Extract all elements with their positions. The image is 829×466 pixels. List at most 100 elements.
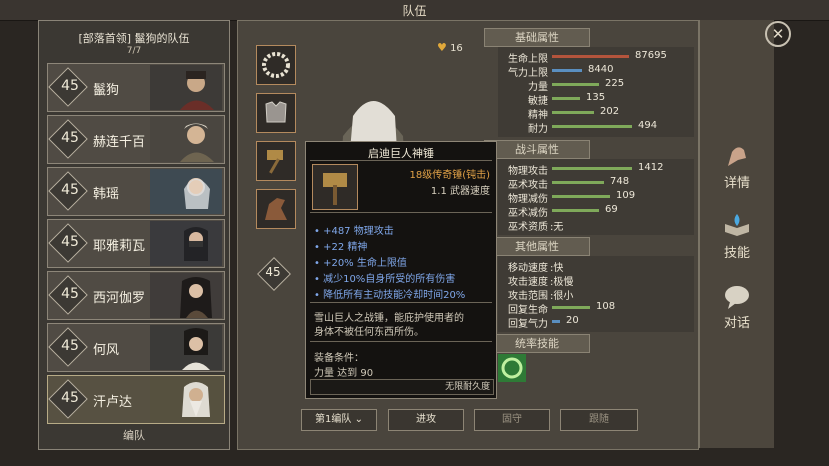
hero-name: 韩瑶 [93, 187, 120, 202]
stat-label: 巫术资质 [508, 222, 548, 233]
horse-icon [265, 198, 287, 220]
stat-value: 109 [616, 190, 636, 201]
stat-label: 回复生命 [508, 305, 548, 316]
close-button[interactable]: ✕ [765, 21, 791, 47]
hero-level: 45 [61, 338, 79, 354]
stat-row: 气力上限 8440 [498, 64, 694, 79]
stat-bar [552, 167, 632, 170]
tab-dialogue[interactable]: 对话 [700, 282, 774, 331]
item-tooltip: 启迪巨人神锤 18级传奇锤(钝击) 1.1 武器速度 • +487 物理攻击 •… [305, 141, 497, 399]
stat-bar [552, 320, 560, 323]
hero-card[interactable]: 45 何风 [47, 323, 225, 372]
gold-display: ♥ 16 [437, 41, 463, 54]
basic-attributes-header: 基础属性 [484, 28, 590, 47]
stat-bar [552, 97, 580, 100]
hero-portrait [150, 221, 222, 266]
close-icon: ✕ [771, 25, 785, 43]
stat-bar [552, 306, 590, 309]
necklace-icon [262, 52, 290, 78]
item-rarity: 18级传奇锤(钝击) [409, 170, 490, 181]
necklace-slot[interactable] [256, 45, 296, 85]
stat-value: 202 [600, 106, 620, 117]
stat-row: 攻击范围:很小 [498, 287, 694, 302]
armor-icon [265, 101, 287, 123]
stat-row: 耐力 494 [498, 120, 694, 135]
book-icon [725, 214, 749, 236]
divider [310, 341, 492, 342]
character-level: 45 [265, 265, 281, 279]
defend-button[interactable]: 固守 [474, 409, 550, 431]
effect-line: • +22 精神 [314, 242, 368, 253]
other-attributes-header: 其他属性 [484, 237, 590, 256]
hero-level: 45 [61, 286, 79, 302]
stat-label: 物理攻击 [508, 166, 548, 177]
hero-card-selected[interactable]: 45 汗卢达 [47, 375, 225, 424]
stat-label: 敏捷 [528, 96, 548, 107]
hero-card[interactable]: 45 韩瑶 [47, 167, 225, 216]
attack-button[interactable]: 进攻 [388, 409, 464, 431]
formation-label[interactable]: 编队 [39, 427, 229, 443]
stat-row: 物理减伤 109 [498, 190, 694, 205]
stat-value: 1412 [638, 162, 664, 173]
stat-row: 巫术资质:无 [498, 218, 694, 233]
follow-button[interactable]: 跟随 [560, 409, 638, 431]
hammer-icon [323, 173, 347, 205]
divider [310, 160, 492, 161]
requirement-label: 装备条件： [314, 353, 364, 364]
item-icon [312, 164, 358, 210]
stat-value: 69 [605, 204, 618, 215]
hero-portrait [150, 273, 222, 318]
hero-level: 45 [61, 78, 79, 94]
hero-level: 45 [61, 234, 79, 250]
stat-label: 精神 [528, 110, 548, 121]
tab-skills-label: 技能 [723, 246, 750, 261]
stat-label: 巫术攻击 [508, 180, 548, 191]
hero-card[interactable]: 45 鬣狗 [47, 63, 225, 112]
item-speed: 1.1 武器速度 [430, 186, 490, 197]
stat-label: 攻击速度 [508, 277, 548, 288]
tab-details[interactable]: 详情 [700, 142, 774, 191]
stat-value: 8440 [588, 64, 614, 75]
team-count: 7/7 [126, 46, 142, 56]
hero-portrait [150, 169, 222, 214]
stat-row: 攻击速度:极慢 [498, 273, 694, 288]
armor-slot[interactable] [256, 93, 296, 133]
combat-attributes-header: 战斗属性 [484, 140, 590, 159]
formation-value: 第1编队 [315, 414, 352, 425]
stat-row: 移动速度:快 [498, 259, 694, 274]
stat-bar [552, 209, 599, 212]
stat-value: 494 [638, 120, 658, 131]
stat-row: 回复气力 20 [498, 315, 694, 330]
stat-bar [552, 55, 629, 58]
hero-card[interactable]: 45 耶雅莉瓦 [47, 219, 225, 268]
gold-amount: 16 [450, 43, 463, 54]
chat-icon [725, 286, 749, 309]
other-stats-box: 移动速度:快 攻击速度:极慢 攻击范围:很小 回复生命 108 回复气力 20 [498, 256, 694, 332]
stat-label: 物理减伤 [508, 194, 548, 205]
stat-label: 力量 [528, 82, 548, 93]
gold-heart-icon: ♥ [437, 41, 447, 54]
hero-portrait [150, 65, 222, 110]
stat-bar [552, 195, 610, 198]
side-tabs: 详情 技能 对话 [699, 20, 774, 448]
hero-card[interactable]: 45 西河伽罗 [47, 271, 225, 320]
weapon-slot[interactable] [256, 141, 296, 181]
stat-value: 87695 [635, 50, 667, 61]
stat-row: 精神 202 [498, 106, 694, 121]
hero-card[interactable]: 45 赫连千百 [47, 115, 225, 164]
stat-label: 回复气力 [508, 319, 548, 330]
effect-line: • 降低所有主动技能冷却时间20% [314, 290, 466, 301]
window-title: 队伍 [402, 4, 427, 18]
hero-level: 45 [61, 390, 79, 406]
stat-row: 敏捷 135 [498, 92, 694, 107]
formation-dropdown[interactable]: 第1编队 ⌄ [301, 409, 377, 431]
tab-skills[interactable]: 技能 [700, 212, 774, 261]
stat-bar [552, 181, 604, 184]
stat-bar [552, 111, 594, 114]
basic-stats-box: 生命上限 87695 气力上限 8440 力量 225 敏捷 135 精神 202 耐力 494 [498, 47, 694, 137]
command-skill-icon[interactable] [498, 354, 526, 382]
stat-value: :极慢 [550, 277, 574, 288]
mount-slot[interactable] [256, 189, 296, 229]
stat-value: 108 [596, 301, 616, 312]
stat-row: 巫术攻击 748 [498, 176, 694, 191]
